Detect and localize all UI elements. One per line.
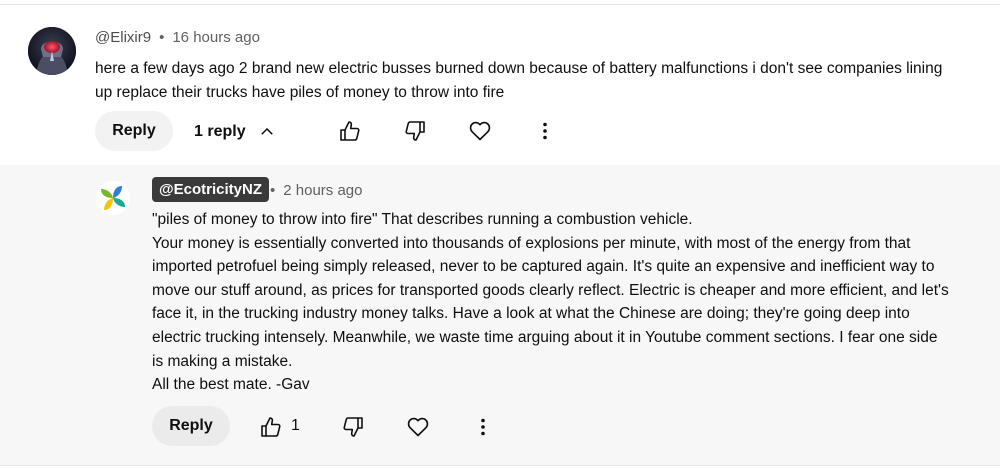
avatar-image-icon xyxy=(28,27,76,75)
reply-paragraph: All the best mate. -Gav xyxy=(152,376,310,394)
reply-time[interactable]: 2 hours ago xyxy=(283,182,362,199)
thumb-up-icon xyxy=(340,121,360,141)
comment-header: @Elixir9 • 16 hours ago xyxy=(95,29,260,46)
reply-header-meta: • 2 hours ago xyxy=(270,182,363,199)
reply-paragraph: Your money is essentially converted into… xyxy=(152,234,949,370)
reply-heart-button[interactable] xyxy=(400,409,436,445)
more-vertical-icon xyxy=(543,122,547,140)
reply-text: "piles of money to throw into fire" That… xyxy=(152,208,952,397)
reply-to-reply-button[interactable]: Reply xyxy=(152,406,230,446)
thumb-down-icon xyxy=(343,417,363,437)
reply-author-badge[interactable]: @EcotricityNZ xyxy=(152,177,269,202)
comment-time[interactable]: 16 hours ago xyxy=(172,29,260,46)
separator-dot: • xyxy=(270,182,276,199)
more-actions-button[interactable] xyxy=(527,113,563,149)
replies-toggle[interactable]: 1 reply xyxy=(194,120,276,144)
comment-text: here a few days ago 2 brand new electric… xyxy=(95,60,943,101)
bottom-divider xyxy=(0,465,1000,466)
reply-like-count: 1 xyxy=(291,417,300,434)
top-divider xyxy=(0,4,1000,5)
like-button[interactable] xyxy=(332,113,368,149)
reply-button[interactable]: Reply xyxy=(95,111,173,151)
thumb-up-icon xyxy=(261,417,281,437)
heart-icon xyxy=(407,417,429,437)
comment-author[interactable]: @Elixir9 xyxy=(95,29,151,46)
separator-dot: • xyxy=(159,29,165,46)
reply-paragraph: "piles of money to throw into fire" That… xyxy=(152,211,693,228)
more-vertical-icon xyxy=(481,418,485,436)
chevron-up-icon xyxy=(260,127,273,135)
heart-button[interactable] xyxy=(462,113,498,149)
heart-icon xyxy=(469,121,491,141)
thumb-down-icon xyxy=(405,121,425,141)
reply-more-actions-button[interactable] xyxy=(465,409,501,445)
reply-dislike-button[interactable] xyxy=(335,409,371,445)
reply-avatar[interactable] xyxy=(96,181,130,215)
pinwheel-logo-icon xyxy=(96,181,130,215)
replies-count: 1 reply xyxy=(194,123,246,140)
reply-like-button[interactable] xyxy=(253,409,289,445)
dislike-button[interactable] xyxy=(397,113,433,149)
avatar[interactable] xyxy=(28,27,76,75)
